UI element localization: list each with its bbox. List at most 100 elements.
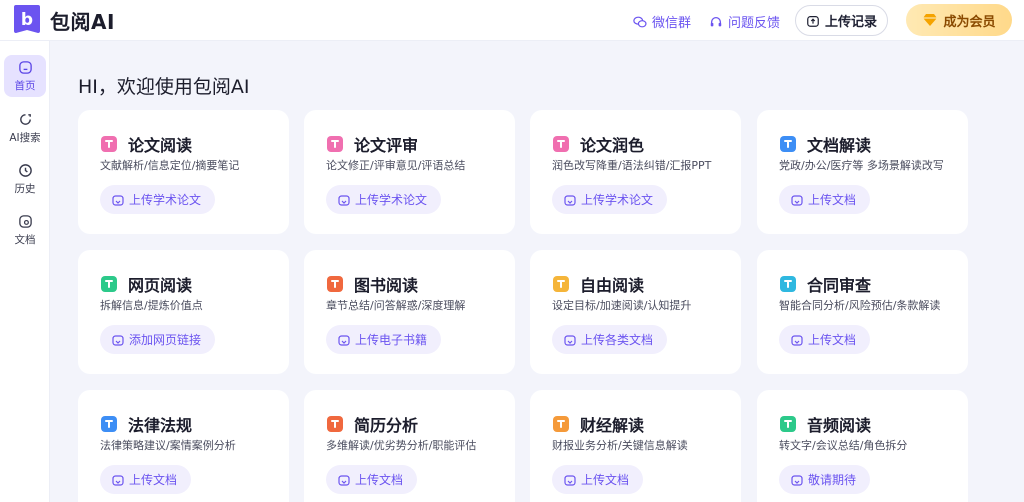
card-action-button[interactable]: 上传学术论文 <box>326 185 442 214</box>
card-action-button[interactable]: 上传文档 <box>779 325 871 354</box>
card-description: 章节总结/问答解惑/深度理解 <box>326 299 466 312</box>
feedback-label: 问题反馈 <box>728 16 781 31</box>
sidebar-item-label: 首页 <box>14 79 36 92</box>
card-description: 润色改写降重/语法纠错/汇报PPT <box>552 159 712 172</box>
paper-review-icon <box>326 135 344 153</box>
card-action-button[interactable]: 上传文档 <box>779 185 871 214</box>
card-action-button[interactable]: 上传学术论文 <box>552 185 668 214</box>
home-icon <box>18 60 32 74</box>
card-description: 法律策略建议/案情案例分析 <box>100 439 236 452</box>
finance-icon <box>552 415 570 433</box>
card-title: 合同审查 <box>807 276 872 295</box>
sidebar-item-documents[interactable]: 文档 <box>4 209 46 251</box>
card-description: 智能合同分析/风险预估/条款解读 <box>779 299 941 312</box>
card-title: 简历分析 <box>354 416 419 435</box>
feedback-link[interactable]: 问题反馈 <box>709 12 780 31</box>
card-action-label: 上传学术论文 <box>355 193 428 207</box>
upload-record-button[interactable]: 上传记录 <box>795 5 888 36</box>
logo-letter: b <box>21 10 33 30</box>
doc-interpret-icon <box>779 135 797 153</box>
upload-record-label: 上传记录 <box>824 15 877 30</box>
upload-icon <box>791 334 803 346</box>
contract-icon <box>779 275 797 293</box>
document-icon <box>18 214 32 228</box>
sidebar-item-history[interactable]: 历史 <box>4 158 46 200</box>
card-title: 财经解读 <box>580 416 645 435</box>
sidebar-item-label: 文档 <box>14 233 36 246</box>
feature-card[interactable]: 论文润色 润色改写降重/语法纠错/汇报PPT 上传学术论文 <box>530 110 741 234</box>
become-member-button[interactable]: 成为会员 <box>906 4 1012 36</box>
feature-card[interactable]: 自由阅读设定目标/加速阅读/认知提升上传各类文档 <box>530 250 741 374</box>
wechat-group-link[interactable]: 微信群 <box>633 12 691 31</box>
card-action-label: 上传学术论文 <box>129 193 202 207</box>
logo-icon[interactable]: b <box>11 4 43 34</box>
upload-icon <box>338 194 350 206</box>
upload-icon <box>112 334 124 346</box>
resume-icon <box>326 415 344 433</box>
feature-card[interactable]: 网页阅读 拆解信息/提炼价值点 添加网页链接 <box>78 250 289 374</box>
feature-card[interactable]: 法律法规 法律策略建议/案情案例分析 上传文档 <box>78 390 289 502</box>
upload-icon <box>112 474 124 486</box>
card-action-label: 上传电子书籍 <box>355 333 428 347</box>
feature-card[interactable]: 图书阅读章节总结/问答解惑/深度理解上传电子书籍 <box>304 250 515 374</box>
card-description: 多维解读/优劣势分析/职能评估 <box>326 439 477 452</box>
card-description: 党政/办公/医疗等 多场景解读改写 <box>779 159 944 172</box>
sidebar-item-label: AI搜索 <box>9 131 41 144</box>
card-description: 论文修正/评审意见/评语总结 <box>326 159 466 172</box>
card-action-button[interactable]: 上传文档 <box>552 465 644 494</box>
card-action-button[interactable]: 敬请期待 <box>779 465 871 494</box>
sidebar-item-home[interactable]: 首页 <box>4 55 46 97</box>
become-member-label: 成为会员 <box>943 14 996 30</box>
app-name[interactable]: 包阅AI <box>50 6 115 35</box>
card-title: 音频阅读 <box>807 416 872 435</box>
card-description: 转文字/会议总结/角色拆分 <box>779 439 908 452</box>
paper-read-icon <box>100 135 118 153</box>
card-action-label: 敬请期待 <box>808 473 857 487</box>
card-action-button[interactable]: 上传学术论文 <box>100 185 216 214</box>
card-title: 图书阅读 <box>354 276 419 295</box>
upload-icon <box>338 334 350 346</box>
sidebar: 首页 AI搜索 历史 文档 <box>0 41 50 502</box>
card-title: 文档解读 <box>807 136 872 155</box>
upload-icon <box>564 334 576 346</box>
card-action-label: 上传文档 <box>808 333 857 347</box>
card-description: 拆解信息/提炼价值点 <box>100 299 203 312</box>
feature-card[interactable]: 论文阅读 文献解析/信息定位/摘要笔记 上传学术论文 <box>78 110 289 234</box>
web-read-icon <box>100 275 118 293</box>
card-action-button[interactable]: 上传文档 <box>100 465 192 494</box>
card-title: 自由阅读 <box>580 276 645 295</box>
diamond-icon <box>923 14 938 26</box>
card-description: 设定目标/加速阅读/认知提升 <box>552 299 692 312</box>
law-icon <box>100 415 118 433</box>
sidebar-item-ai-search[interactable]: AI搜索 <box>4 107 46 149</box>
card-action-label: 添加网页链接 <box>129 333 202 347</box>
card-description: 财报业务分析/关键信息解读 <box>552 439 688 452</box>
headset-icon <box>710 16 722 26</box>
card-action-label: 上传文档 <box>581 473 630 487</box>
feature-card[interactable]: 财经解读财报业务分析/关键信息解读上传文档 <box>530 390 741 502</box>
paper-polish-icon <box>552 135 570 153</box>
card-action-label: 上传文档 <box>808 193 857 207</box>
free-read-icon <box>552 275 570 293</box>
feature-card[interactable]: 论文评审 论文修正/评审意见/评语总结 上传学术论文 <box>304 110 515 234</box>
card-action-button[interactable]: 上传电子书籍 <box>326 325 442 354</box>
sidebar-item-label: 历史 <box>14 182 36 195</box>
card-action-label: 上传学术论文 <box>581 193 654 207</box>
feature-card[interactable]: 合同审查智能合同分析/风险预估/条款解读上传文档 <box>757 250 968 374</box>
upload-cloud-icon <box>807 15 819 27</box>
card-action-label: 上传各类文档 <box>581 333 654 347</box>
feature-card[interactable]: 音频阅读转文字/会议总结/角色拆分敬请期待 <box>757 390 968 502</box>
card-action-button[interactable]: 添加网页链接 <box>100 325 216 354</box>
upload-icon <box>791 474 803 486</box>
card-action-label: 上传文档 <box>129 473 178 487</box>
wechat-icon <box>633 16 647 27</box>
wechat-group-label: 微信群 <box>652 16 692 31</box>
card-action-button[interactable]: 上传各类文档 <box>552 325 668 354</box>
feature-card[interactable]: 简历分析多维解读/优劣势分析/职能评估上传文档 <box>304 390 515 502</box>
top-header: b 包阅AI 微信群 问题反馈 上传记录 成为会员 <box>0 0 1024 41</box>
feature-card[interactable]: 文档解读党政/办公/医疗等 多场景解读改写上传文档 <box>757 110 968 234</box>
card-action-label: 上传文档 <box>355 473 404 487</box>
card-action-button[interactable]: 上传文档 <box>326 465 418 494</box>
card-title: 论文阅读 <box>128 136 193 155</box>
clock-icon <box>18 163 32 177</box>
